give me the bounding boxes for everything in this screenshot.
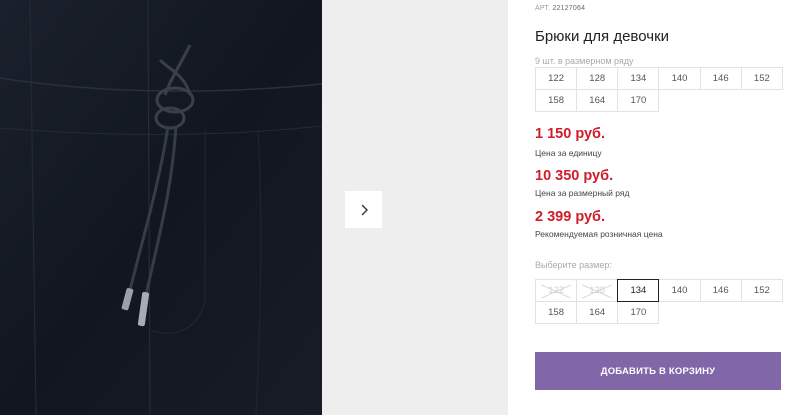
size-option[interactable]: 152 bbox=[740, 279, 783, 302]
size-option[interactable]: 164 bbox=[576, 301, 619, 324]
article: АРТ. 22127064 bbox=[535, 5, 585, 12]
size-range-cell: 122 bbox=[535, 67, 578, 90]
product-title: Брюки для девочки bbox=[535, 28, 670, 45]
article-label: АРТ. bbox=[535, 5, 551, 12]
size-range-cell: 158 bbox=[535, 89, 578, 112]
size-option-unavailable: 128 bbox=[576, 279, 619, 302]
trousers-image bbox=[0, 0, 322, 415]
size-option-selected[interactable]: 134 bbox=[617, 279, 660, 302]
range-price: 10 350 руб. bbox=[535, 168, 614, 184]
size-range-cell: 170 bbox=[617, 89, 660, 112]
size-option[interactable]: 146 bbox=[699, 279, 742, 302]
retail-price-note: Рекомендуемая розничная цена bbox=[535, 229, 663, 239]
range-price-note: Цена за размерный ряд bbox=[535, 188, 630, 198]
size-range-label: 9 шт. в размерном ряду bbox=[535, 56, 634, 66]
size-option[interactable]: 170 bbox=[617, 301, 660, 324]
chevron-right-icon bbox=[361, 204, 368, 215]
add-to-cart-button[interactable]: ДОБАВИТЬ В КОРЗИНУ bbox=[535, 352, 781, 390]
unit-price: 1 150 руб. bbox=[535, 126, 606, 142]
size-range-grid: 122 128 134 140 146 152 158 164 170 bbox=[535, 67, 783, 112]
article-number: 22127064 bbox=[552, 5, 586, 12]
size-option-unavailable: 122 bbox=[535, 279, 578, 302]
size-range-cell: 128 bbox=[576, 67, 619, 90]
gallery-next-button[interactable] bbox=[345, 191, 382, 228]
unit-price-note: Цена за единицу bbox=[535, 148, 602, 158]
product-photo bbox=[0, 0, 322, 415]
size-select-label: Выберите размер: bbox=[535, 260, 612, 270]
retail-price: 2 399 руб. bbox=[535, 209, 606, 225]
size-range-cell: 164 bbox=[576, 89, 619, 112]
size-range-cell: 140 bbox=[658, 67, 701, 90]
size-range-cell: 146 bbox=[699, 67, 742, 90]
size-range-cell: 152 bbox=[740, 67, 783, 90]
size-option[interactable]: 140 bbox=[658, 279, 701, 302]
size-selector: 122 128 134 140 146 152 158 164 170 bbox=[535, 279, 783, 324]
size-range-cell: 134 bbox=[617, 67, 660, 90]
size-option[interactable]: 158 bbox=[535, 301, 578, 324]
